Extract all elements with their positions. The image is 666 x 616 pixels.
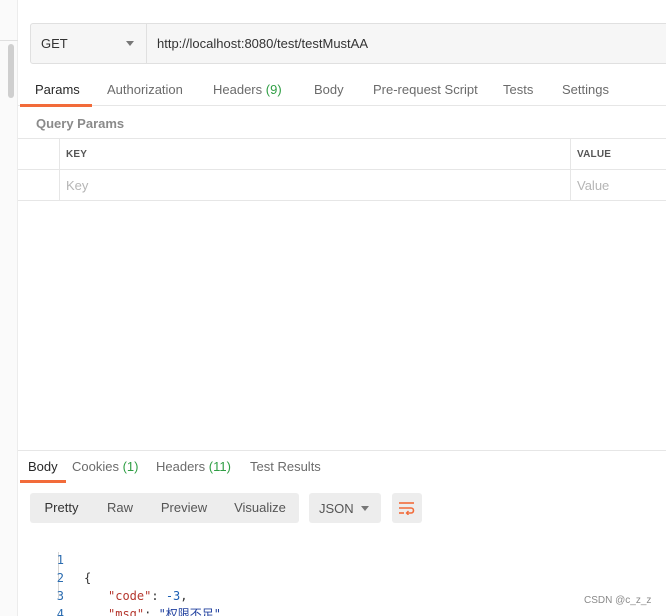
format-select[interactable]: JSON [309,493,381,523]
response-tab-body-label: Body [28,459,58,474]
query-params-table: KEY VALUE Key Value [18,138,666,201]
tab-tests[interactable]: Tests [503,74,533,106]
tab-body[interactable]: Body [314,74,344,106]
key-placeholder: Key [66,178,89,193]
code-text: "msg": "权限不足" [108,605,221,616]
response-tab-body[interactable]: Body [28,452,58,482]
code-line: 4 } [30,587,630,616]
response-tab-headers[interactable]: Headers (11) [156,452,231,482]
visualize-button[interactable]: Visualize [221,493,299,523]
chevron-down-icon [361,505,369,511]
pane-divider[interactable] [18,450,666,451]
sidebar-divider [0,40,18,41]
watermark: CSDN @c_z_z [584,595,652,606]
value-input[interactable]: Value [571,170,666,201]
response-tab-headers-label: Headers [156,459,206,474]
method-select[interactable]: GET [31,24,147,63]
tab-settings-label: Settings [562,82,609,97]
chevron-down-icon [126,41,134,46]
tab-tests-label: Tests [503,82,534,97]
header-check-cell [18,139,60,170]
response-tab-cookies[interactable]: Cookies (1) [72,452,138,482]
pretty-button[interactable]: Pretty [30,493,93,523]
response-tab-cookies-label: Cookies [72,459,119,474]
json-string: "权限不足" [158,607,222,616]
key-column-header: KEY [60,139,571,170]
view-mode-segment: Pretty Raw Preview Visualize [30,493,299,523]
row-check-cell[interactable] [18,170,60,201]
key-header-label: KEY [66,149,88,160]
url-text: http://localhost:8080/test/testMustAA [157,36,369,51]
tab-prerequest-label: Pre-request Script [373,82,478,97]
scrollbar-thumb[interactable] [8,44,14,98]
code-line: 2 "code": -3, [30,551,630,603]
response-tab-test-results-label: Test Results [250,459,321,474]
tab-prerequest-script[interactable]: Pre-request Script [373,74,478,106]
request-tabs: Params Authorization Headers (9) Body Pr… [18,74,666,107]
preview-button[interactable]: Preview [147,493,221,523]
response-tab-body-underline [20,480,66,483]
request-bar: GET http://localhost:8080/test/testMustA… [30,23,666,64]
response-tab-test-results[interactable]: Test Results [250,452,321,482]
wrap-lines-button[interactable] [392,493,422,523]
tab-params-label: Params [35,82,80,97]
tab-authorization-label: Authorization [107,82,183,97]
code-line: 1 { [30,533,630,585]
method-label: GET [41,36,68,51]
tab-headers-label: Headers [213,82,263,97]
wrap-lines-icon [399,502,415,515]
query-params-title: Query Params [36,116,125,131]
tab-params-underline [20,104,92,107]
code-line: 3 "msg": "权限不足" [30,569,630,616]
tab-params[interactable]: Params [35,74,80,106]
format-label: JSON [319,500,354,516]
tab-authorization[interactable]: Authorization [107,74,183,106]
response-tab-headers-count: (11) [208,459,231,474]
line-number: 4 [56,607,64,616]
table-row: Key Value [18,170,666,201]
tab-body-label: Body [314,82,344,97]
response-body-viewer: 1 { 2 "code": -3, 3 "msg": "权限不足" 4 } [30,533,630,616]
json-key: "msg" [108,607,145,616]
response-tab-cookies-count: (1) [122,459,139,474]
response-tabs: Body Cookies (1) Headers (11) Test Resul… [18,452,666,483]
tab-headers-count: (9) [265,82,282,97]
tab-settings[interactable]: Settings [562,74,609,106]
value-header-label: VALUE [577,149,612,160]
raw-button[interactable]: Raw [93,493,147,523]
tab-headers[interactable]: Headers (9) [213,74,282,106]
table-header-row: KEY VALUE [18,139,666,170]
left-sidebar-strip [0,0,18,616]
value-column-header: VALUE [571,139,666,170]
key-input[interactable]: Key [60,170,571,201]
value-placeholder: Value [577,178,610,193]
url-input[interactable]: http://localhost:8080/test/testMustAA [147,24,666,63]
